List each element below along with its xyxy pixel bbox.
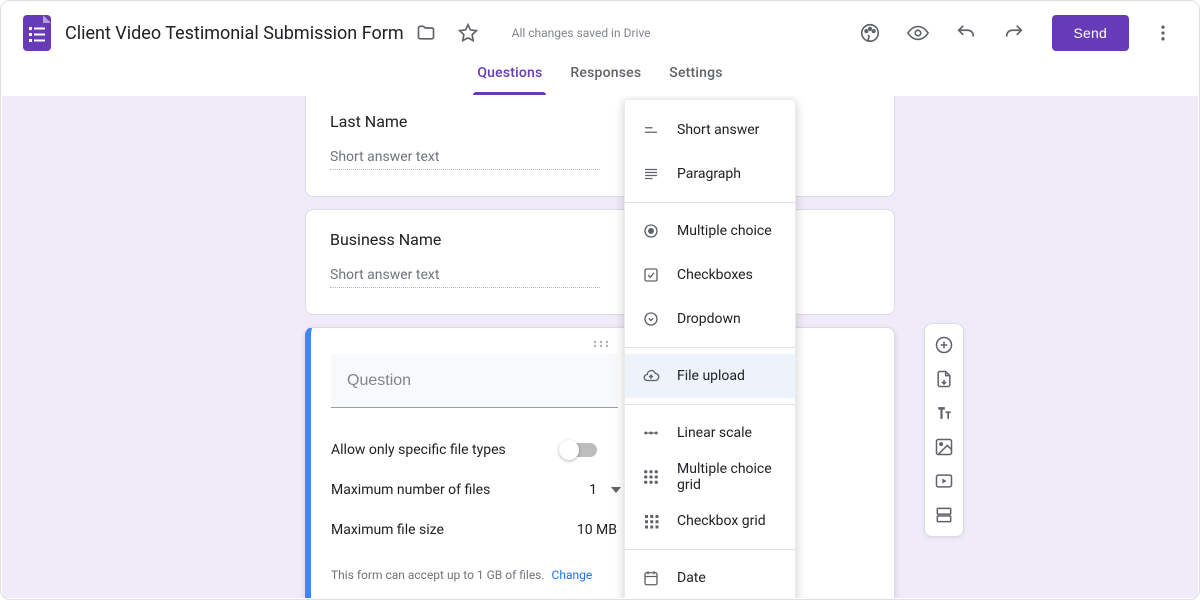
type-option-date[interactable]: Date bbox=[625, 556, 795, 598]
type-option-label: Checkbox grid bbox=[677, 513, 766, 529]
select-value: 10 MB bbox=[577, 522, 617, 538]
grid-radio-icon bbox=[641, 467, 661, 487]
hint-text: This form can accept up to 1 GB of files… bbox=[331, 568, 545, 582]
header-bar: Client Video Testimonial Submission Form… bbox=[1, 1, 1199, 65]
menu-divider bbox=[625, 202, 795, 203]
undo-icon[interactable] bbox=[946, 13, 986, 53]
type-option-short-answer[interactable]: Short answer bbox=[625, 108, 795, 152]
customize-theme-icon[interactable] bbox=[850, 13, 890, 53]
save-status-text: All changes saved in Drive bbox=[512, 26, 651, 40]
cloud-upload-icon bbox=[641, 366, 661, 386]
grid-check-icon bbox=[641, 511, 661, 531]
form-column: Last Name Short answer text Business Nam… bbox=[305, 96, 895, 598]
add-question-button[interactable] bbox=[926, 328, 962, 362]
app-window: Client Video Testimonial Submission Form… bbox=[0, 0, 1200, 600]
menu-divider bbox=[625, 347, 795, 348]
type-option-label: Short answer bbox=[677, 122, 759, 138]
type-option-cb-grid[interactable]: Checkbox grid bbox=[625, 499, 795, 543]
type-option-label: Multiple choice grid bbox=[677, 461, 779, 493]
type-option-file-upload[interactable]: File upload bbox=[625, 354, 795, 398]
question-type-menu[interactable]: Short answer Paragraph Multiple choice Chec… bbox=[624, 99, 796, 598]
answer-placeholder: Short answer text bbox=[330, 267, 600, 288]
question-card[interactable]: Business Name Short answer text bbox=[305, 209, 895, 315]
type-option-mc-grid[interactable]: Multiple choice grid bbox=[625, 455, 795, 499]
body-canvas: Last Name Short answer text Business Nam… bbox=[2, 96, 1198, 598]
add-image-button[interactable] bbox=[926, 430, 962, 464]
type-option-label: Dropdown bbox=[677, 311, 741, 327]
question-card[interactable]: Last Name Short answer text bbox=[305, 96, 895, 197]
option-label: Maximum number of files bbox=[331, 482, 561, 498]
type-option-paragraph[interactable]: Paragraph bbox=[625, 152, 795, 196]
add-video-button[interactable] bbox=[926, 464, 962, 498]
short-answer-icon bbox=[641, 120, 661, 140]
menu-divider bbox=[625, 549, 795, 550]
add-section-button[interactable] bbox=[926, 498, 962, 532]
tab-bar: Questions Responses Settings bbox=[1, 65, 1199, 95]
import-questions-button[interactable] bbox=[926, 362, 962, 396]
specific-types-toggle[interactable] bbox=[561, 443, 597, 457]
active-question-card[interactable]: Allow only specific file types Maximum n… bbox=[305, 327, 895, 598]
radio-icon bbox=[641, 221, 661, 241]
type-option-label: Paragraph bbox=[677, 166, 741, 182]
tab-questions[interactable]: Questions bbox=[477, 65, 542, 95]
side-toolbar bbox=[924, 323, 964, 537]
type-option-label: Date bbox=[677, 570, 706, 586]
question-title-input[interactable] bbox=[331, 354, 618, 408]
type-option-label: Checkboxes bbox=[677, 267, 753, 283]
redo-icon[interactable] bbox=[994, 13, 1034, 53]
type-option-multiple-choice[interactable]: Multiple choice bbox=[625, 209, 795, 253]
dropdown-icon bbox=[641, 309, 661, 329]
type-option-label: Multiple choice bbox=[677, 223, 772, 239]
type-option-linear-scale[interactable]: Linear scale bbox=[625, 411, 795, 455]
linear-icon bbox=[641, 423, 661, 443]
menu-divider bbox=[625, 404, 795, 405]
star-icon[interactable] bbox=[448, 13, 488, 53]
send-button[interactable]: Send bbox=[1052, 15, 1130, 51]
add-title-button[interactable] bbox=[926, 396, 962, 430]
form-title[interactable]: Client Video Testimonial Submission Form bbox=[65, 23, 404, 44]
tab-settings[interactable]: Settings bbox=[669, 65, 722, 95]
type-option-dropdown[interactable]: Dropdown bbox=[625, 297, 795, 341]
calendar-icon bbox=[641, 568, 661, 588]
type-option-checkboxes[interactable]: Checkboxes bbox=[625, 253, 795, 297]
type-option-label: Linear scale bbox=[677, 425, 752, 441]
answer-placeholder: Short answer text bbox=[330, 149, 600, 170]
checkbox-icon bbox=[641, 265, 661, 285]
tab-responses[interactable]: Responses bbox=[570, 65, 641, 95]
more-menu-icon[interactable] bbox=[1143, 13, 1183, 53]
option-label: Maximum file size bbox=[331, 522, 561, 538]
option-label: Allow only specific file types bbox=[331, 442, 561, 458]
header-actions: Send bbox=[848, 13, 1184, 53]
chevron-down-icon bbox=[611, 487, 621, 493]
paragraph-icon bbox=[641, 164, 661, 184]
preview-icon[interactable] bbox=[898, 13, 938, 53]
change-limit-link[interactable]: Change bbox=[552, 568, 593, 582]
max-files-select[interactable]: 1 bbox=[561, 482, 621, 498]
type-option-label: File upload bbox=[677, 368, 745, 384]
forms-app-icon[interactable] bbox=[17, 13, 57, 53]
move-to-folder-icon[interactable] bbox=[406, 13, 446, 53]
select-value: 1 bbox=[589, 482, 597, 498]
